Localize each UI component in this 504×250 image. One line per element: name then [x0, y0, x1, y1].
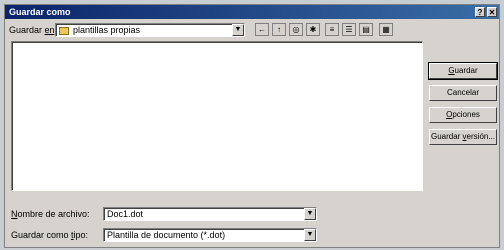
back-icon[interactable]: ←: [255, 23, 269, 36]
dialog-title: Guardar como: [9, 7, 71, 17]
filename-label: Nombre de archivo:: [11, 209, 90, 219]
save-button-label: uardar: [454, 66, 478, 75]
filetype-label-prefix: Guardar como: [11, 230, 72, 240]
list-view-icon[interactable]: ≡: [325, 23, 339, 36]
new-folder-icon[interactable]: ✱: [306, 23, 320, 36]
filename-value: Doc1.dot: [107, 209, 144, 219]
save-version-button[interactable]: Guardar versión...: [429, 129, 497, 145]
filetype-label: Guardar como tipo:: [11, 230, 88, 240]
file-list[interactable]: [11, 41, 423, 191]
options-button-label: pciones: [452, 110, 480, 119]
cancel-button[interactable]: Cancelar: [429, 85, 497, 101]
up-folder-icon[interactable]: ↑: [272, 23, 286, 36]
tools-icon[interactable]: ▦: [379, 23, 393, 36]
details-view-icon[interactable]: ☰: [342, 23, 356, 36]
filename-label-text: ombre de archivo:: [17, 209, 90, 219]
save-in-label: Guardar en:: [9, 25, 57, 35]
title-bar: Guardar como ? ✕: [5, 5, 499, 19]
save-in-label-text: Guardar: [9, 25, 45, 35]
search-web-icon[interactable]: ◎: [289, 23, 303, 36]
close-button[interactable]: ✕: [487, 7, 497, 17]
save-version-label-rest: ersión...: [466, 132, 496, 141]
save-in-label-access: en: [44, 25, 55, 35]
filetype-label-rest: ipo:: [73, 230, 89, 240]
save-in-value: plantillas propias: [73, 25, 141, 35]
chevron-down-icon[interactable]: ▼: [304, 229, 316, 241]
folder-icon: [59, 26, 69, 35]
filename-field[interactable]: Doc1.dot ▼: [103, 207, 317, 221]
save-in-dropdown[interactable]: plantillas propias ▼: [55, 23, 245, 37]
save-button[interactable]: Guardar: [428, 62, 498, 80]
save-as-dialog: Guardar como ? ✕ Guardar en: plantillas …: [4, 4, 500, 248]
filetype-value: Plantilla de documento (*.dot): [107, 230, 226, 240]
options-button[interactable]: Opciones: [429, 107, 497, 123]
filetype-dropdown[interactable]: Plantilla de documento (*.dot) ▼: [103, 228, 317, 242]
chevron-down-icon[interactable]: ▼: [304, 208, 316, 220]
properties-view-icon[interactable]: ▤: [359, 23, 373, 36]
help-button[interactable]: ?: [475, 7, 485, 17]
chevron-down-icon[interactable]: ▼: [232, 24, 244, 36]
save-version-label-prefix: Guardar: [430, 132, 463, 141]
